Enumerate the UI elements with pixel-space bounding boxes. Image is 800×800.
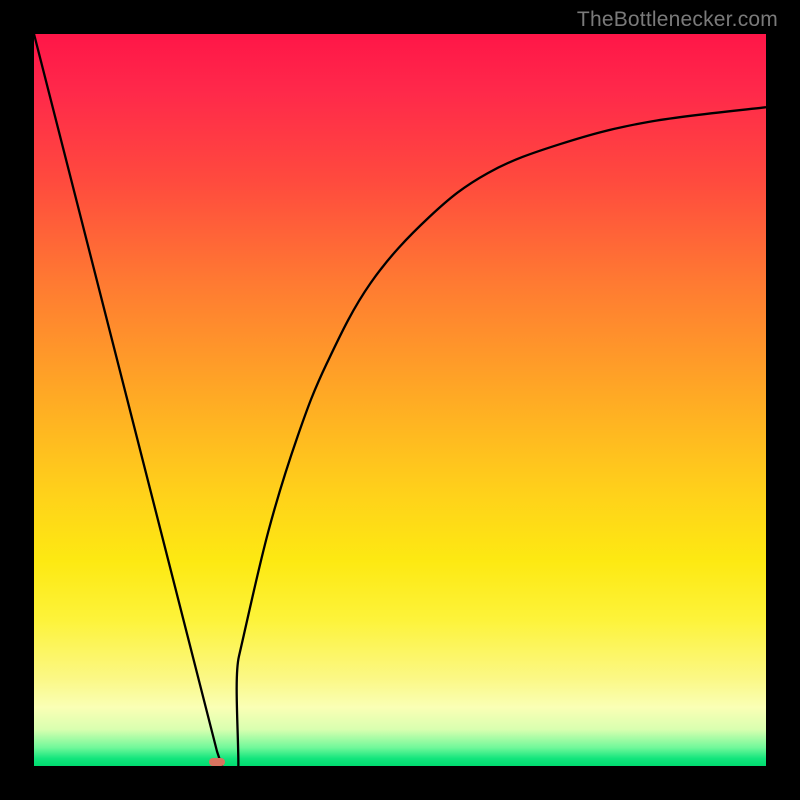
plot-area xyxy=(34,34,766,766)
bottleneck-curve xyxy=(34,34,766,766)
chart-frame: TheBottlenecker.com xyxy=(0,0,800,800)
min-marker xyxy=(209,758,225,766)
credit-label: TheBottlenecker.com xyxy=(577,8,778,32)
curve-svg xyxy=(34,34,766,766)
